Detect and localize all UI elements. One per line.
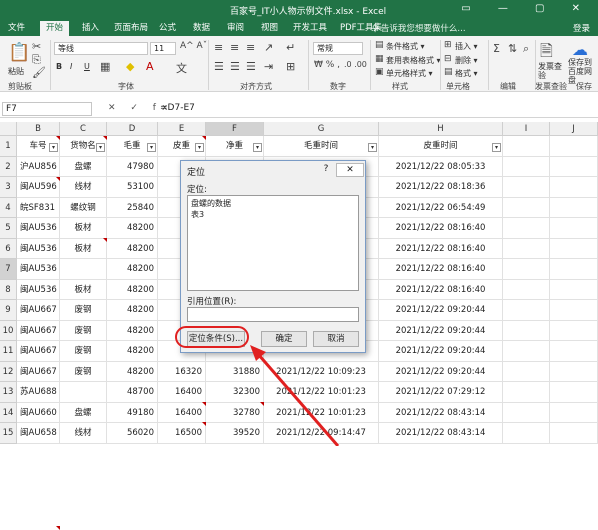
- annotation-arrow: [250, 345, 340, 446]
- comment-marker-icon: [56, 526, 60, 530]
